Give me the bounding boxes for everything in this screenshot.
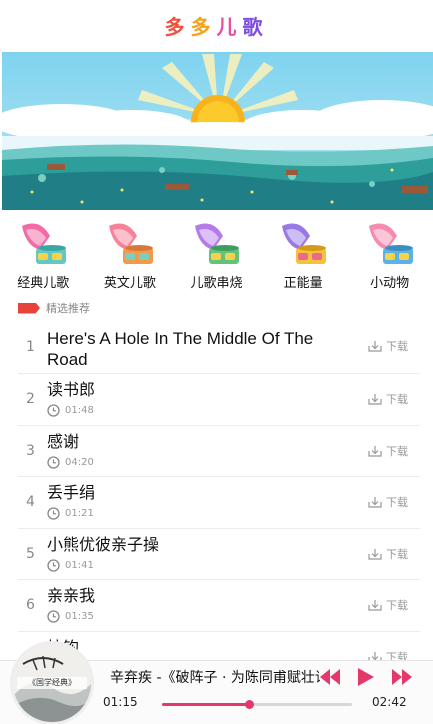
duration-text: 01:48	[65, 405, 94, 416]
download-icon	[368, 600, 382, 611]
flag-icon	[18, 302, 40, 314]
category-label: 英文儿歌	[103, 276, 156, 291]
duration-text: 01:41	[65, 559, 94, 571]
clock-icon	[47, 558, 60, 572]
song-number: 2	[26, 391, 35, 407]
album-cover[interactable]: 《国学经典》	[10, 641, 94, 724]
download-icon	[368, 445, 382, 457]
song-number: 3	[26, 442, 35, 459]
download-icon	[368, 341, 382, 352]
gramophone-icon	[195, 223, 240, 264]
category-label: 小动物	[370, 276, 410, 291]
duration-text: 04:20	[65, 456, 94, 468]
gramophone-icon	[22, 223, 67, 264]
section-title: 精选推荐	[46, 302, 90, 315]
banner-image[interactable]	[2, 52, 433, 210]
download-button[interactable]: 下载	[368, 391, 408, 407]
app-title: 多多儿歌	[165, 11, 269, 40]
song-number: 6	[26, 597, 35, 613]
download-label: 下载	[386, 393, 408, 406]
song-duration: 01:21	[47, 507, 94, 520]
clock-icon	[47, 507, 60, 520]
download-label: 下载	[386, 599, 408, 612]
category-positive[interactable]: 正能量	[263, 214, 343, 294]
song-row[interactable]: 1 Here's A Hole In The Middle Of The Road…	[18, 322, 420, 374]
next-icon[interactable]	[390, 667, 414, 687]
app-header: 多多儿歌	[0, 0, 433, 50]
gramophone-icon	[368, 223, 413, 264]
song-title: 拉钩	[47, 638, 347, 659]
gramophone-icon	[282, 223, 327, 264]
progress-bar[interactable]	[162, 700, 352, 709]
cover-text: 《国学经典》	[28, 678, 76, 687]
download-button[interactable]: 下载	[368, 338, 408, 354]
song-duration: 01:41	[47, 558, 94, 572]
title-char: 多	[190, 14, 217, 39]
category-label: 儿歌串烧	[190, 276, 243, 291]
category-animals[interactable]: 小动物	[350, 214, 430, 294]
duration-text: 01:21	[65, 508, 94, 519]
song-duration: 01:35	[47, 610, 94, 623]
download-label: 下载	[386, 547, 408, 561]
download-label: 下载	[386, 340, 408, 353]
song-title: 小熊优彼亲子操	[47, 536, 160, 554]
category-english[interactable]: 英文儿歌	[90, 214, 170, 294]
song-number: 1	[26, 339, 35, 355]
category-label: 经典儿歌	[17, 276, 70, 291]
song-row[interactable]: 5 小熊优彼亲子操 01:41 下载	[18, 529, 420, 580]
category-medley[interactable]: 儿歌串烧	[176, 214, 256, 294]
download-icon	[368, 394, 382, 405]
total-time: 02:42	[372, 695, 407, 709]
section-header: 精选推荐	[18, 298, 90, 318]
song-duration: 01:48	[47, 404, 94, 417]
song-row[interactable]: 3 感谢 04:20 下载	[18, 426, 420, 477]
song-row[interactable]: 4 丢手绢 01:21 下载	[18, 477, 420, 529]
category-label: 正能量	[283, 276, 323, 291]
now-playing-title: 辛弃疾 -《破阵子 · 为陈同甫赋壮词以寄之》	[110, 670, 320, 686]
play-icon[interactable]	[355, 667, 375, 687]
duration-text: 01:35	[65, 611, 94, 622]
song-list: 1 Here's A Hole In The Middle Of The Road…	[18, 322, 420, 662]
song-number: 5	[26, 545, 35, 562]
category-classic[interactable]: 经典儿歌	[3, 214, 83, 294]
progress-fill	[162, 703, 250, 706]
download-button[interactable]: 下载	[368, 597, 408, 613]
song-number: 4	[26, 494, 35, 510]
song-title: 感谢	[47, 433, 80, 451]
song-row[interactable]: 6 亲亲我 01:35 下载	[18, 580, 420, 632]
gramophone-icon	[108, 223, 153, 264]
download-button[interactable]: 下载	[368, 443, 408, 459]
progress-thumb[interactable]	[245, 700, 255, 709]
clock-icon	[47, 455, 60, 469]
download-label: 下载	[386, 444, 408, 458]
title-char: 歌	[242, 14, 269, 39]
category-bar: 经典儿歌 英文儿歌 儿歌串烧 正能量 小动物	[0, 214, 433, 294]
previous-icon[interactable]	[318, 667, 342, 687]
title-char: 多	[164, 14, 191, 39]
banner-landscape	[2, 52, 433, 210]
download-button[interactable]: 下载	[368, 494, 408, 510]
mini-player[interactable]: 《国学经典》 辛弃疾 -《破阵子 · 为陈同甫赋壮词以寄之》 01:15 02:…	[0, 641, 433, 724]
song-row[interactable]: 2 读书郎 01:48 下载	[18, 374, 420, 426]
song-title: 读书郎	[47, 382, 96, 399]
download-label: 下载	[386, 496, 408, 509]
song-title: Here's A Hole In The Middle Of The Road	[47, 329, 314, 369]
current-time: 01:15	[103, 695, 138, 709]
song-duration: 04:20	[47, 455, 94, 469]
download-icon	[368, 497, 382, 508]
download-button[interactable]: 下载	[368, 546, 408, 562]
title-char: 儿	[216, 14, 243, 39]
song-title: 亲亲我	[47, 588, 96, 605]
clock-icon	[47, 610, 60, 623]
song-title: 丢手绢	[47, 485, 96, 502]
clock-icon	[47, 404, 60, 417]
download-icon	[368, 548, 382, 560]
